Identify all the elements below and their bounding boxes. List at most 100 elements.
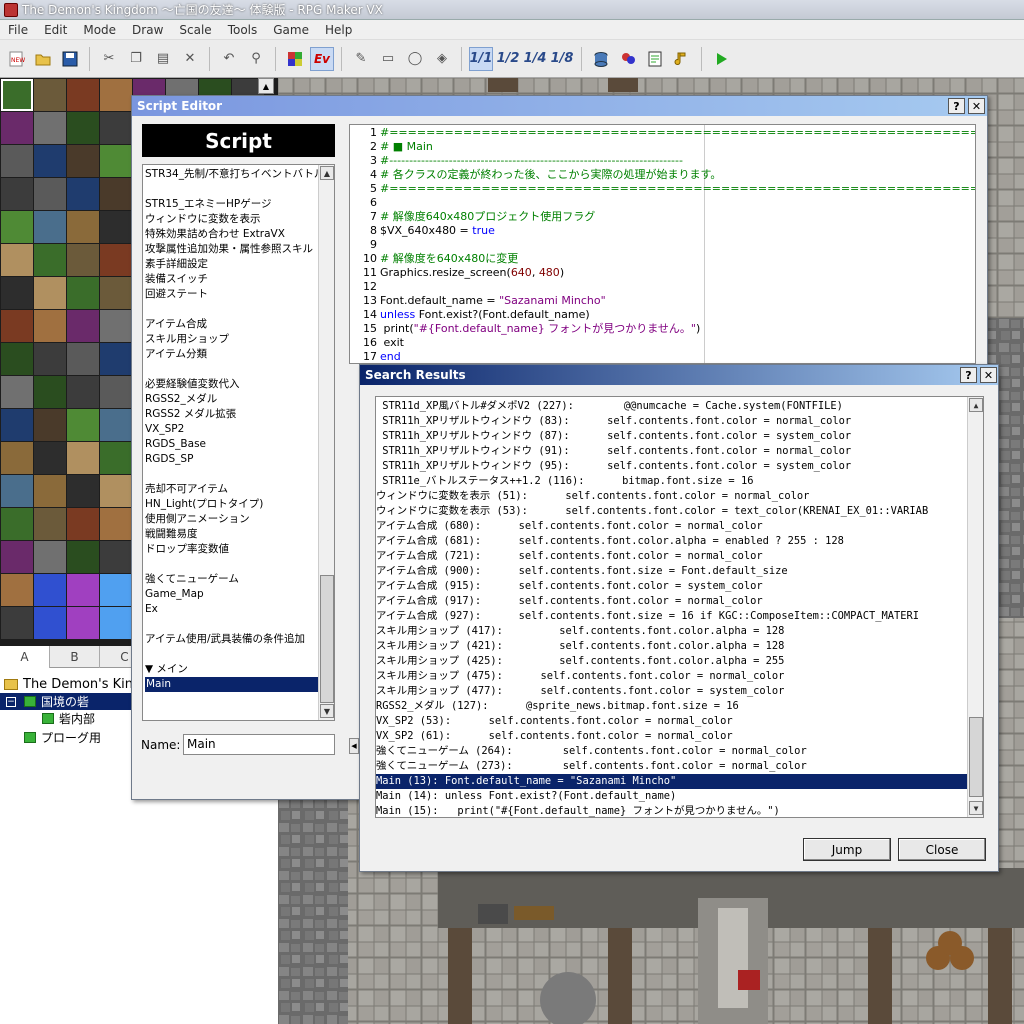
- script-list-item[interactable]: アイテム分類: [145, 347, 207, 362]
- script-list-item[interactable]: 攻撃属性追加効果・属性参照スキル: [145, 242, 313, 257]
- undo-icon[interactable]: ↶: [217, 47, 241, 71]
- script-list-item[interactable]: RGDS_Base: [145, 437, 206, 452]
- tile[interactable]: [67, 112, 99, 144]
- tile[interactable]: [34, 442, 66, 474]
- search-result-row[interactable]: Main (13): Font.default_name = "Sazanami…: [376, 774, 968, 789]
- tree-item-child[interactable]: 砦内部: [42, 710, 95, 727]
- search-icon[interactable]: ⚲: [244, 47, 268, 71]
- tile[interactable]: [100, 475, 132, 507]
- search-result-row[interactable]: スキル用ショップ (421): self.contents.font.color…: [376, 639, 968, 654]
- tile[interactable]: [34, 574, 66, 606]
- script-list-item[interactable]: RGSS2_メダル: [145, 392, 217, 407]
- script-list-item[interactable]: 売却不可アイテム: [145, 482, 228, 497]
- tile[interactable]: [34, 376, 66, 408]
- search-result-row[interactable]: STR11e_バトルステータス++1.2 (116): bitmap.font.…: [376, 474, 968, 489]
- search-result-row[interactable]: Main (15): print("#{Font.default_name} フ…: [376, 804, 968, 817]
- tile[interactable]: [67, 409, 99, 441]
- script-list-item[interactable]: 素手詳細設定: [145, 257, 208, 272]
- tile[interactable]: [34, 244, 66, 276]
- scale-1-2-button[interactable]: 1/2: [496, 47, 520, 71]
- open-icon[interactable]: [31, 47, 55, 71]
- tile[interactable]: [34, 310, 66, 342]
- tile[interactable]: [1, 343, 33, 375]
- search-result-row[interactable]: アイテム合成 (900): self.contents.font.size = …: [376, 564, 968, 579]
- tile[interactable]: [100, 310, 132, 342]
- tile[interactable]: [67, 310, 99, 342]
- script-list-item[interactable]: 装備スイッチ: [145, 272, 208, 287]
- tile[interactable]: [100, 277, 132, 309]
- menu-scale[interactable]: Scale: [171, 23, 219, 37]
- tile[interactable]: [34, 79, 66, 111]
- tile[interactable]: [1, 607, 33, 639]
- tile[interactable]: [1, 442, 33, 474]
- tile[interactable]: [67, 145, 99, 177]
- script-name-input[interactable]: Main: [183, 734, 335, 755]
- search-result-row[interactable]: STR11d_XP風バトル#ダメポV2 (227): @@numcache = …: [376, 399, 968, 414]
- scroll-down-arrow[interactable]: ▼: [969, 801, 983, 815]
- search-result-row[interactable]: アイテム合成 (680): self.contents.font.color =…: [376, 519, 968, 534]
- script-list-item[interactable]: STR34_先制/不意打ちイベントバトル: [145, 167, 324, 182]
- search-result-row[interactable]: スキル用ショップ (417): self.contents.font.color…: [376, 624, 968, 639]
- tile[interactable]: [34, 178, 66, 210]
- jump-button[interactable]: Jump: [803, 838, 891, 861]
- tab-b[interactable]: B: [50, 646, 100, 668]
- search-results-scrollbar[interactable]: ▲ ▼: [967, 397, 983, 817]
- save-icon[interactable]: [58, 47, 82, 71]
- menu-file[interactable]: File: [0, 23, 36, 37]
- menu-game[interactable]: Game: [265, 23, 317, 37]
- collapse-icon[interactable]: −: [6, 696, 16, 707]
- script-list-item[interactable]: RGDS_SP: [145, 452, 193, 467]
- tile[interactable]: [1, 376, 33, 408]
- search-result-row[interactable]: ウィンドウに変数を表示 (53): self.contents.font.col…: [376, 504, 968, 519]
- tile[interactable]: [67, 574, 99, 606]
- search-result-row[interactable]: VX_SP2 (53): self.contents.font.color = …: [376, 714, 968, 729]
- menu-help[interactable]: Help: [317, 23, 360, 37]
- script-list-item[interactable]: ドロップ率変数値: [145, 542, 229, 557]
- tile[interactable]: [100, 508, 132, 540]
- pencil-icon[interactable]: ✎: [349, 47, 373, 71]
- tile[interactable]: [1, 310, 33, 342]
- search-result-row[interactable]: STR11h_XPリザルトウィンドウ (87): self.contents.f…: [376, 429, 968, 444]
- play-icon[interactable]: [709, 47, 733, 71]
- script-list-item[interactable]: アイテム使用/武具装備の条件追加: [145, 632, 305, 647]
- material-icon[interactable]: [616, 47, 640, 71]
- search-result-row[interactable]: スキル用ショップ (475): self.contents.font.color…: [376, 669, 968, 684]
- menu-mode[interactable]: Mode: [75, 23, 124, 37]
- script-list-item[interactable]: 強くてニューゲーム: [145, 572, 239, 587]
- script-list-item[interactable]: 必要経験値変数代入: [145, 377, 240, 392]
- tile[interactable]: [1, 574, 33, 606]
- script-editor-icon[interactable]: [643, 47, 667, 71]
- tile[interactable]: [100, 79, 132, 111]
- tile[interactable]: [100, 541, 132, 573]
- search-result-row[interactable]: STR11h_XPリザルトウィンドウ (83): self.contents.f…: [376, 414, 968, 429]
- event-layer-icon[interactable]: Ev: [310, 46, 334, 71]
- tile[interactable]: [34, 277, 66, 309]
- tile[interactable]: [34, 211, 66, 243]
- script-list-item[interactable]: 戦闘難易度: [145, 527, 198, 542]
- search-result-row[interactable]: アイテム合成 (917): self.contents.font.color =…: [376, 594, 968, 609]
- database-icon[interactable]: [589, 47, 613, 71]
- cut-icon[interactable]: ✂: [97, 47, 121, 71]
- script-list[interactable]: STR34_先制/不意打ちイベントバトル STR15_エネミーHPゲージ ウィンドウ…: [142, 164, 335, 721]
- tile[interactable]: [34, 508, 66, 540]
- search-results-list[interactable]: STR11d_XP風バトル#ダメポV2 (227): @@numcache = …: [375, 396, 984, 818]
- tile[interactable]: [67, 442, 99, 474]
- script-list-item[interactable]: VX_SP2: [145, 422, 184, 437]
- code-editor[interactable]: 1 #======================================…: [349, 124, 976, 364]
- tile[interactable]: [67, 211, 99, 243]
- search-result-row[interactable]: Main (14): unless Font.exist?(Font.defau…: [376, 789, 968, 804]
- search-result-row[interactable]: アイテム合成 (927): self.contents.font.size = …: [376, 609, 968, 624]
- search-result-row[interactable]: スキル用ショップ (477): self.contents.font.color…: [376, 684, 968, 699]
- close-button[interactable]: ✕: [980, 367, 997, 383]
- search-result-row[interactable]: ウィンドウに変数を表示 (51): self.contents.font.col…: [376, 489, 968, 504]
- script-list-item[interactable]: Game_Map: [145, 587, 204, 602]
- menu-tools[interactable]: Tools: [220, 23, 266, 37]
- script-list-item[interactable]: ▼ メイン: [145, 662, 188, 677]
- tile[interactable]: [1, 79, 33, 111]
- script-list-item[interactable]: 特殊効果詰め合わせ ExtraVX: [145, 227, 285, 242]
- tile[interactable]: [34, 343, 66, 375]
- tile[interactable]: [1, 211, 33, 243]
- script-list-item[interactable]: HN_Light(プロトタイプ): [145, 497, 263, 512]
- scroll-down-arrow[interactable]: ▼: [320, 704, 334, 718]
- tile[interactable]: [34, 541, 66, 573]
